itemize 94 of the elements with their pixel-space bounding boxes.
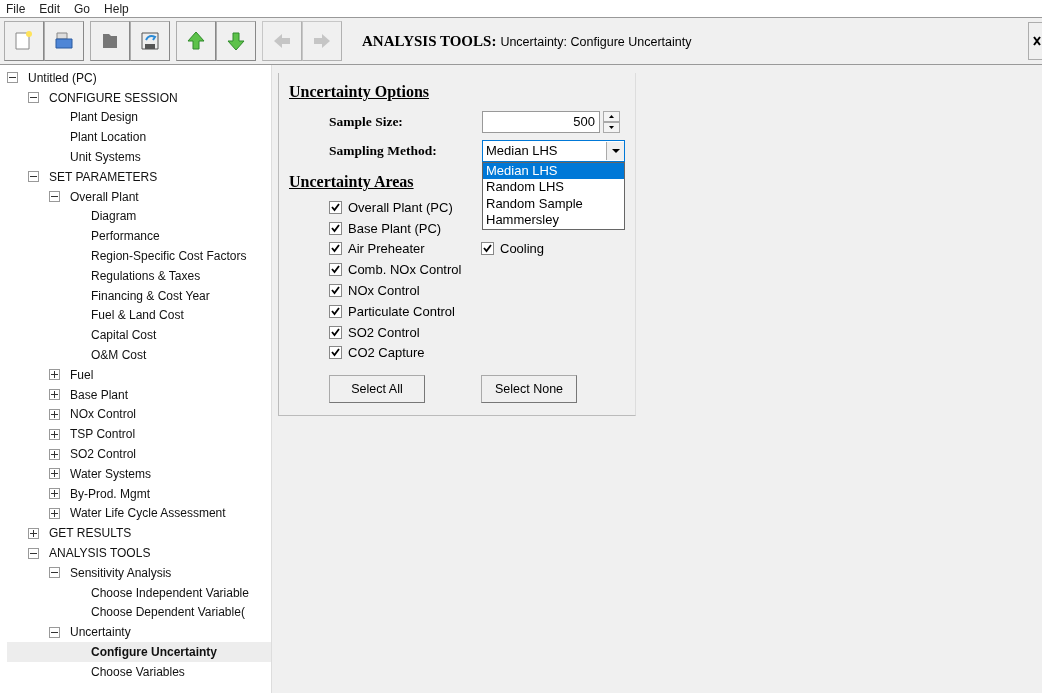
tree-item[interactable]: Uncertainty — [7, 622, 271, 643]
select-button[interactable]: Select None — [481, 375, 577, 404]
collapse-icon[interactable] — [49, 626, 60, 638]
tree-item[interactable]: NOx Control — [7, 404, 271, 425]
tree-item[interactable]: Plant Design — [7, 107, 271, 128]
expand-icon[interactable] — [49, 488, 60, 500]
collapse-icon[interactable] — [7, 72, 18, 84]
tree-item[interactable]: SET PARAMETERS — [7, 167, 271, 187]
tree-item[interactable]: Diagram — [7, 206, 271, 227]
up-triangle-icon — [609, 114, 614, 118]
down-triangle-icon — [609, 125, 614, 129]
collapse-icon[interactable] — [28, 171, 39, 183]
check-icon — [331, 202, 340, 212]
field-label: Sampling Method: — [329, 142, 438, 159]
check-icon — [483, 244, 492, 254]
check-icon — [331, 327, 340, 337]
tree-item[interactable]: ANALYSIS TOOLS — [7, 543, 271, 563]
up-arrow-icon — [185, 30, 207, 52]
tree-item[interactable]: Fuel — [7, 364, 271, 385]
tree-item[interactable]: Choose Dependent Variable( — [7, 602, 271, 623]
tree-item[interactable]: SO2 Control — [7, 444, 271, 464]
tree-item[interactable]: Water Life Cycle Assessment — [7, 503, 271, 524]
menu-item[interactable]: Go — [74, 1, 91, 16]
dropdown-arrow-icon — [611, 148, 620, 153]
close-button[interactable] — [1028, 22, 1042, 60]
tree-item[interactable]: Unit Systems — [7, 147, 271, 167]
expand-icon[interactable] — [28, 527, 39, 539]
toolbar-button[interactable] — [44, 21, 84, 61]
close-icon — [1033, 36, 1041, 46]
dropdown-option[interactable]: Median LHS — [483, 162, 624, 179]
toolbar-button[interactable] — [176, 21, 216, 61]
folder-icon — [53, 30, 75, 52]
expand-icon[interactable] — [49, 507, 60, 519]
tree-item[interactable]: Fuel & Land Cost — [7, 305, 271, 326]
check-icon — [331, 244, 340, 254]
section-heading: Uncertainty Options — [289, 83, 429, 101]
expand-icon[interactable] — [49, 468, 60, 480]
menu-item[interactable]: Edit — [39, 1, 61, 16]
tree-item[interactable]: Sensitivity Analysis — [7, 562, 271, 583]
tree-item[interactable]: Untitled (PC) — [7, 68, 271, 88]
collapse-icon[interactable] — [49, 567, 60, 579]
collapse-icon[interactable] — [28, 547, 39, 559]
expand-icon[interactable] — [49, 369, 60, 381]
tree-item[interactable]: Region-Specific Cost Factors — [7, 246, 271, 266]
check-icon — [331, 223, 340, 233]
tree-item[interactable]: Regulations & Taxes — [7, 265, 271, 286]
tree-item[interactable]: Choose Independent Variable — [7, 582, 271, 603]
tree-item[interactable]: TSP Control — [7, 424, 271, 445]
area-checkbox[interactable]: Cooling — [481, 238, 633, 260]
check-icon — [331, 265, 340, 275]
area-checkbox[interactable]: Air Preheater — [329, 238, 481, 260]
tree-item[interactable]: Base Plant — [7, 384, 271, 405]
area-checkbox[interactable]: SO2 Control — [329, 321, 481, 343]
expand-icon[interactable] — [49, 408, 60, 420]
menu-item[interactable]: File — [6, 1, 26, 16]
area-checkbox[interactable]: CO2 Capture — [329, 342, 481, 364]
tree-item[interactable]: GET RESULTS — [7, 523, 271, 544]
tree-item[interactable]: Performance — [7, 226, 271, 247]
area-checkbox[interactable]: Overall Plant (PC) — [329, 197, 481, 218]
tree-item[interactable]: Configure Uncertainty — [7, 642, 271, 662]
tree-item[interactable]: Choose Variables — [7, 661, 271, 682]
new-file-icon — [13, 30, 35, 52]
check-icon — [331, 348, 340, 358]
expand-icon[interactable] — [49, 428, 60, 440]
collapse-icon[interactable] — [49, 191, 60, 203]
area-checkbox[interactable]: NOx Control — [329, 280, 481, 301]
area-checkbox[interactable]: Particulate Control — [329, 301, 481, 322]
page-title: ANALYSIS TOOLS: Uncertainty: Configure Uncertainty — [362, 32, 693, 50]
tree-item[interactable]: Capital Cost — [7, 325, 271, 346]
select-button[interactable]: Select All — [329, 375, 425, 404]
toolbar-button[interactable] — [90, 21, 130, 61]
sample-size-field[interactable]: 500 — [482, 110, 600, 133]
area-checkbox[interactable]: Comb. NOx Control — [329, 259, 481, 281]
toolbar-button[interactable] — [216, 21, 256, 61]
tree-item[interactable]: Overall Plant — [7, 186, 271, 207]
toolbar-button[interactable] — [130, 21, 170, 61]
area-checkbox[interactable]: Base Plant (PC) — [329, 217, 481, 239]
tree-item[interactable]: By-Prod. Mgmt — [7, 483, 271, 504]
tree-item[interactable]: Financing & Cost Year — [7, 285, 271, 306]
menu-item[interactable]: Help — [104, 1, 129, 16]
spin-up-button[interactable] — [603, 110, 620, 122]
tree-item[interactable]: Plant Location — [7, 127, 271, 148]
section-heading: Uncertainty Areas — [289, 173, 414, 191]
tree-item[interactable]: O&M Cost — [7, 345, 271, 365]
toolbar-button[interactable] — [4, 21, 44, 61]
expand-icon[interactable] — [49, 389, 60, 401]
collapse-icon[interactable] — [28, 92, 39, 104]
expand-icon[interactable] — [49, 448, 60, 460]
field-label: Sample Size: — [329, 113, 404, 130]
spin-down-button[interactable] — [603, 121, 620, 133]
tree-item[interactable]: CONFIGURE SESSION — [7, 87, 271, 108]
down-arrow-icon — [225, 30, 247, 52]
save-icon — [139, 30, 161, 52]
tree-item[interactable]: Water Systems — [7, 463, 271, 484]
